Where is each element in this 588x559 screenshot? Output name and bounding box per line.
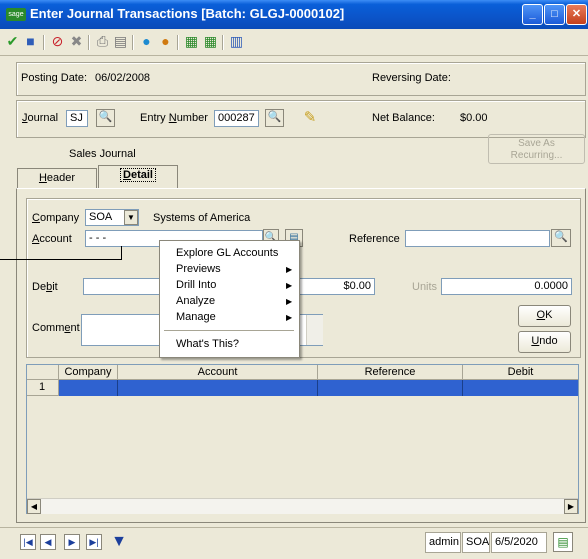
scroll-left-icon[interactable]: ◀ — [27, 499, 41, 514]
menu-item-drill-into[interactable]: Drill Into — [176, 279, 216, 291]
last-record-icon[interactable]: ▶| — [86, 534, 102, 550]
filter-icon[interactable]: ▼ — [110, 533, 128, 551]
scroll-right-icon[interactable]: ▶ — [564, 499, 578, 514]
maximize-button[interactable]: □ — [544, 4, 565, 25]
net-balance-value: $0.00 — [460, 112, 488, 124]
accept-icon[interactable]: ✔ — [4, 33, 21, 50]
column-header-company[interactable]: Company — [59, 365, 118, 380]
add-record-icon[interactable]: ▤ — [553, 532, 573, 552]
net-balance-label: Net Balance: — [372, 112, 435, 124]
menu-item-previews[interactable]: Previews — [176, 263, 221, 275]
window-title: Enter Journal Transactions [Batch: GLGJ-… — [30, 6, 345, 21]
units-label: Units — [412, 281, 438, 293]
cell-divider — [317, 380, 318, 396]
chevron-down-icon[interactable]: ▼ — [124, 210, 138, 225]
toolbar-separator — [43, 35, 45, 50]
info-icon[interactable]: ● — [157, 33, 174, 50]
journal-field[interactable]: SJ — [66, 110, 88, 127]
journal-label: Journal — [22, 112, 59, 124]
sage-app-icon: sage — [6, 8, 26, 21]
cell-divider — [117, 380, 118, 396]
entry-number-lookup-icon[interactable]: 🔍 — [265, 109, 284, 127]
table-icon[interactable]: ▦ — [183, 33, 200, 50]
submenu-arrow-icon: ▶ — [286, 313, 293, 322]
tab-header[interactable]: Header — [17, 168, 97, 188]
first-record-icon[interactable]: |◀ — [20, 534, 36, 550]
comment-label: Comment — [32, 322, 80, 334]
column-header-account[interactable]: Account — [118, 365, 318, 380]
menu-item-whats-this[interactable]: What's This? — [176, 338, 239, 350]
posting-date-value: 06/02/2008 — [95, 72, 151, 84]
company-select-value: SOA — [89, 211, 113, 223]
save-as-recurring-line1: Save As — [518, 138, 555, 149]
ok-button[interactable]: OK — [518, 305, 571, 327]
close-button[interactable]: ✕ — [566, 4, 587, 25]
debit-label: Debit — [32, 281, 58, 293]
previous-record-icon[interactable]: ◀ — [40, 534, 56, 550]
save-as-recurring-line2: Recurring... — [510, 150, 563, 161]
save-icon[interactable]: ■ — [22, 33, 39, 50]
toolbar: ✔ ■ ⊘ ✖ ⎙ ▤ ● ● ▦ ▦ ▥ — [0, 29, 588, 56]
table-edit-icon[interactable]: ▦ — [202, 33, 219, 50]
column-header-reference[interactable]: Reference — [318, 365, 463, 380]
menu-separator — [164, 330, 294, 331]
next-record-icon[interactable]: ▶ — [64, 534, 80, 550]
journal-description: Sales Journal — [69, 148, 136, 160]
comment-scrollbar[interactable] — [306, 315, 323, 345]
company-description: Systems of America — [153, 212, 251, 224]
reference-label: Reference — [349, 233, 400, 245]
tab-detail[interactable]: Detail — [98, 165, 178, 189]
undo-button[interactable]: Undo — [518, 331, 571, 353]
submenu-arrow-icon: ▶ — [286, 265, 293, 274]
status-company: SOA — [462, 532, 490, 553]
entry-number-label: Entry Number — [140, 112, 208, 124]
toolbar-separator — [132, 35, 134, 50]
row-number: 1 — [27, 380, 59, 396]
cancel-icon[interactable]: ✖ — [68, 33, 85, 50]
cell-divider — [462, 380, 463, 396]
context-menu: Explore GL Accounts Previews ▶ Drill Int… — [159, 240, 300, 358]
posting-date-label: Posting Date: — [21, 72, 88, 84]
preview-icon[interactable]: ▤ — [112, 33, 129, 50]
journal-lookup-icon[interactable]: 🔍 — [96, 109, 115, 127]
table-row[interactable] — [59, 380, 578, 396]
grid-corner — [27, 365, 59, 380]
print-icon[interactable]: ⎙ — [94, 33, 111, 50]
account-label: Account — [32, 233, 72, 245]
callout-line-vertical — [121, 246, 122, 260]
submenu-arrow-icon: ▶ — [286, 281, 293, 290]
minimize-button[interactable]: _ — [522, 4, 543, 25]
save-as-recurring-button[interactable]: Save As Recurring... — [488, 134, 585, 164]
column-header-debit[interactable]: Debit — [463, 365, 578, 380]
debit-amount: $0.00 — [343, 280, 371, 292]
reversing-date-label: Reversing Date: — [372, 72, 451, 84]
toolbar-separator — [177, 35, 179, 50]
menu-item-manage[interactable]: Manage — [176, 311, 216, 323]
toolbar-separator — [222, 35, 224, 50]
status-user: admin — [425, 532, 461, 553]
horizontal-scrollbar[interactable]: ◀ ▶ — [27, 498, 578, 514]
toolbar-separator — [88, 35, 90, 50]
status-date: 6/5/2020 — [491, 532, 547, 553]
reference-lookup-icon[interactable]: 🔍 — [551, 229, 571, 247]
reference-field[interactable] — [405, 230, 550, 247]
company-label: Company — [32, 212, 80, 224]
entry-number-field[interactable]: 000287 — [214, 110, 259, 127]
units-field[interactable]: 0.0000 — [441, 278, 572, 295]
delete-icon[interactable]: ⊘ — [49, 33, 66, 50]
help-icon[interactable]: ● — [138, 33, 155, 50]
submenu-arrow-icon: ▶ — [286, 297, 293, 306]
grid-empty-area — [27, 396, 578, 499]
menu-item-analyze[interactable]: Analyze — [176, 295, 215, 307]
calculator-icon[interactable]: ▥ — [228, 33, 245, 50]
menu-item-explore-gl-accounts[interactable]: Explore GL Accounts — [176, 247, 278, 259]
memo-pencil-icon[interactable]: ✎ — [300, 108, 320, 128]
callout-line — [0, 259, 122, 260]
title-bar[interactable]: sage Enter Journal Transactions [Batch: … — [0, 0, 588, 29]
